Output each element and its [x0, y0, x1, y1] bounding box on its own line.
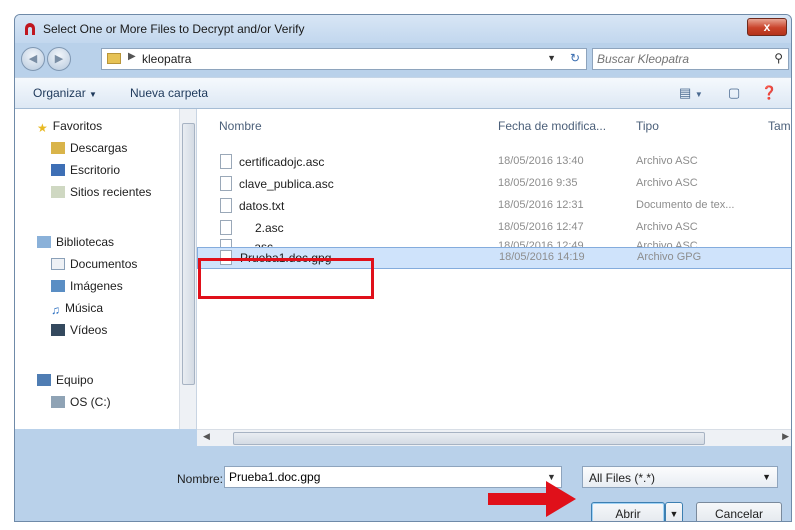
sidebar-item-os-c[interactable]: OS (C:)	[51, 395, 111, 409]
file-row[interactable]: clave_publica.asc 18/05/2016 9:35 Archiv…	[197, 173, 791, 195]
star-icon: ★	[37, 121, 48, 135]
back-arrow-icon: ◀	[28, 53, 38, 65]
sidebar-item-musica[interactable]: ♫ Música	[51, 301, 103, 317]
open-options-button[interactable]: ▼	[665, 502, 683, 521]
search-box[interactable]: ⚲	[592, 48, 789, 70]
pictures-icon	[51, 280, 65, 292]
file-name: 2.asc	[255, 221, 284, 235]
file-type: Archivo ASC	[636, 177, 698, 189]
file-date: 18/05/2016 12:47	[498, 221, 584, 233]
libraries-icon	[37, 236, 51, 248]
breadcrumb-path[interactable]: kleopatra	[142, 52, 191, 66]
kleopatra-app-icon	[25, 23, 35, 35]
file-date: 18/05/2016 13:40	[498, 155, 584, 167]
address-bar[interactable]: ▶ kleopatra ▼ ↻	[101, 48, 587, 70]
sidebar-item-equipo[interactable]: Equipo	[37, 373, 93, 387]
column-header-name[interactable]: Nombre	[219, 119, 262, 133]
file-icon	[220, 220, 232, 235]
address-dropdown-icon[interactable]: ▼	[547, 53, 556, 63]
forward-arrow-icon: ▶	[54, 53, 64, 65]
annotation-arrow-icon	[488, 481, 576, 517]
refresh-icon[interactable]: ↻	[570, 51, 580, 65]
search-icon[interactable]: ⚲	[774, 51, 783, 65]
documents-icon	[51, 258, 65, 270]
videos-icon	[51, 324, 65, 336]
file-row[interactable]: datos.txt 18/05/2016 12:31 Documento de …	[197, 195, 791, 217]
dialog-footer: Nombre: ▼ All Files (*.*) ▼ Abrir ▼ Canc…	[15, 446, 791, 521]
file-name: certificadojc.asc	[239, 155, 325, 169]
sidebar-scroll-thumb[interactable]	[182, 123, 195, 385]
drive-icon	[51, 396, 65, 408]
organize-menu[interactable]: Organizar ▼	[33, 86, 97, 100]
filter-dropdown-icon[interactable]: ▼	[762, 472, 771, 482]
column-header-type[interactable]: Tipo	[636, 119, 659, 133]
back-button[interactable]: ◀	[21, 47, 45, 71]
sidebar-item-imagenes[interactable]: Imágenes	[51, 279, 123, 293]
column-header-size[interactable]: Tam	[768, 119, 791, 133]
new-folder-button[interactable]: Nueva carpeta	[130, 86, 208, 100]
sidebar-item-documentos[interactable]: Documentos	[51, 257, 137, 271]
title-bar: Select One or More Files to Decrypt and/…	[15, 15, 791, 43]
navigation-bar: ◀ ▶ ▶ kleopatra ▼ ↻ ⚲	[15, 43, 791, 77]
file-dialog-window: Select One or More Files to Decrypt and/…	[14, 14, 792, 522]
sidebar-item-descargas[interactable]: Descargas	[51, 141, 127, 155]
help-icon[interactable]: ❓	[761, 85, 777, 101]
dialog-title: Select One or More Files to Decrypt and/…	[43, 22, 305, 36]
file-type-filter[interactable]: All Files (*.*) ▼	[582, 466, 778, 488]
column-header-date[interactable]: Fecha de modifica...	[498, 119, 606, 133]
view-options-icon[interactable]: ▤ ▼	[679, 85, 703, 101]
command-bar: Organizar ▼ Nueva carpeta ▤ ▼ ▢ ❓	[15, 77, 791, 109]
sidebar-scrollbar[interactable]	[179, 109, 196, 429]
sidebar-item-bibliotecas[interactable]: Bibliotecas	[37, 235, 114, 249]
file-type: Archivo GPG	[637, 251, 702, 263]
filename-label: Nombre:	[177, 472, 224, 486]
file-name: clave_publica.asc	[239, 177, 334, 191]
sidebar-item-escritorio[interactable]: Escritorio	[51, 163, 120, 177]
breadcrumb-chevron-icon: ▶	[128, 51, 136, 62]
sidebar-item-favoritos[interactable]: ★ Favoritos	[37, 119, 102, 135]
sidebar-item-sitios-recientes[interactable]: Sitios recientes	[51, 185, 151, 199]
sidebar-item-videos[interactable]: Vídeos	[51, 323, 107, 337]
filter-value: All Files (*.*)	[589, 471, 656, 485]
forward-button[interactable]: ▶	[47, 47, 71, 71]
close-button[interactable]: x	[747, 18, 787, 36]
desktop-icon	[51, 164, 65, 176]
file-icon	[220, 198, 232, 213]
chevron-down-icon: ▼	[669, 509, 679, 519]
file-type: Archivo ASC	[636, 221, 698, 233]
open-button[interactable]: Abrir	[591, 502, 665, 521]
music-icon: ♫	[51, 303, 60, 317]
organize-dropdown-icon: ▼	[89, 90, 97, 99]
file-name: datos.txt	[239, 199, 285, 213]
horizontal-scrollbar[interactable]: ◀ ▶	[197, 429, 791, 446]
folder-icon	[107, 53, 121, 64]
horizontal-scroll-thumb[interactable]	[233, 432, 705, 445]
file-icon	[220, 154, 232, 169]
search-input[interactable]	[597, 51, 757, 67]
file-row[interactable]: certificadojc.asc 18/05/2016 13:40 Archi…	[197, 151, 791, 173]
downloads-icon	[51, 142, 65, 154]
file-date: 18/05/2016 14:19	[499, 251, 585, 263]
computer-icon	[37, 374, 51, 386]
recent-places-icon	[51, 186, 65, 198]
file-icon	[220, 176, 232, 191]
scroll-left-icon[interactable]: ◀	[203, 431, 210, 442]
preview-pane-icon[interactable]: ▢	[728, 85, 740, 101]
scroll-right-icon[interactable]: ▶	[782, 431, 789, 442]
file-date: 18/05/2016 12:31	[498, 199, 584, 211]
navigation-pane: ★ Favoritos Descargas Escritorio Sitios r…	[15, 109, 197, 429]
file-type: Documento de tex...	[636, 199, 735, 211]
cancel-button[interactable]: Cancelar	[696, 502, 782, 521]
file-date: 18/05/2016 9:35	[498, 177, 578, 189]
annotation-highlight-box	[198, 258, 374, 299]
file-type: Archivo ASC	[636, 155, 698, 167]
